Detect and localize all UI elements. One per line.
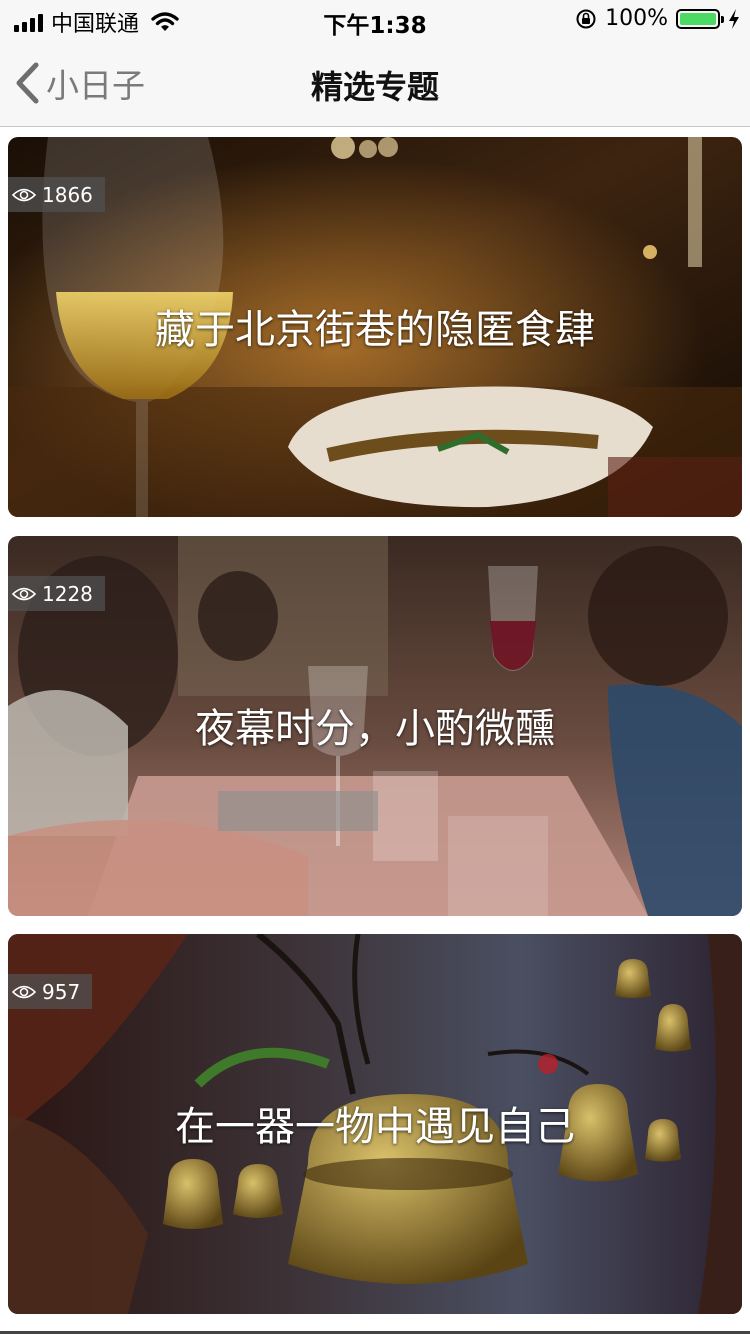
view-count: 1866 — [42, 182, 93, 207]
charging-icon — [729, 8, 739, 29]
view-count-badge: 957 — [8, 974, 93, 1009]
eye-icon — [12, 587, 36, 600]
topic-title: 在一器一物中遇见自己 — [175, 1104, 575, 1150]
topic-card[interactable]: 1228 夜幕时分，小酌微醺 — [8, 536, 742, 916]
topic-card[interactable]: 1866 藏于北京街巷的隐匿食肆 — [8, 137, 742, 517]
topic-title: 藏于北京街巷的隐匿食肆 — [155, 307, 595, 353]
topic-list: 1866 藏于北京街巷的隐匿食肆 1228 夜幕时分，小酌微醺 957 在一器一… — [0, 127, 750, 1334]
battery-icon — [676, 8, 724, 29]
battery-fill — [680, 12, 716, 25]
topic-card[interactable]: 957 在一器一物中遇见自己 — [8, 934, 742, 1314]
orientation-lock-icon — [576, 9, 596, 28]
view-count-badge: 1228 — [8, 576, 105, 611]
topic-title: 夜幕时分，小酌微醺 — [195, 706, 555, 752]
page-title: 精选专题 — [310, 68, 439, 106]
view-count-badge: 1866 — [8, 177, 105, 212]
eye-icon — [12, 985, 36, 998]
eye-icon — [12, 188, 36, 201]
battery-percent: 100% — [605, 6, 668, 31]
view-count: 1228 — [42, 581, 93, 606]
status-right: 100% — [575, 6, 740, 31]
status-bar: 中国联通 下午1:38 100% — [0, 0, 750, 40]
view-count: 957 — [42, 979, 81, 1004]
nav-bar: 小日子 精选专题 — [0, 40, 750, 127]
